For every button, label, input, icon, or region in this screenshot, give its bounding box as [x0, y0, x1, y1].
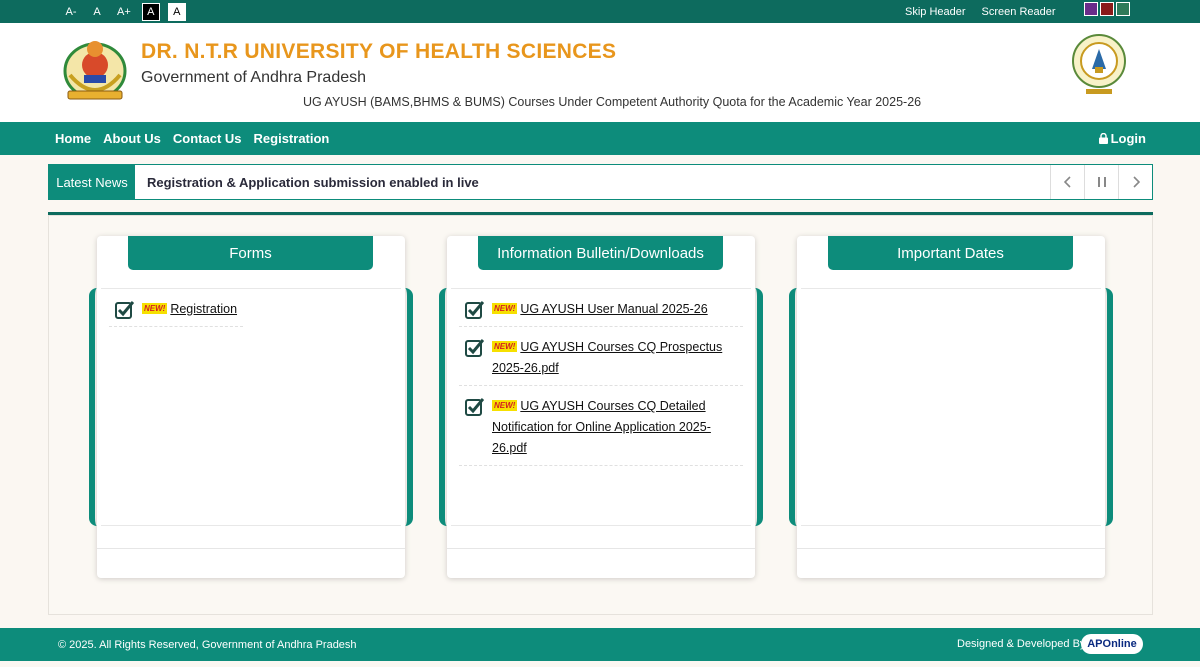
- site-header: DR. N.T.R UNIVERSITY OF HEALTH SCIENCES …: [0, 23, 1200, 122]
- important-dates-card: Important Dates: [789, 236, 1113, 578]
- card-footer-line: [797, 548, 1105, 549]
- important-dates-card-body: [789, 288, 1113, 526]
- site-footer: © 2025. All Rights Reserved, Government …: [0, 628, 1200, 661]
- forms-card: Forms NEW! Registration: [89, 236, 413, 578]
- login-label: Login: [1110, 131, 1146, 146]
- ap-government-emblem: [1070, 31, 1128, 99]
- new-badge: NEW!: [142, 303, 168, 314]
- copyright-text: © 2025. All Rights Reserved, Government …: [58, 638, 357, 651]
- top-links: Skip Header Screen Reader: [905, 0, 1072, 23]
- theme-red-swatch[interactable]: [1100, 2, 1114, 16]
- news-item[interactable]: Registration & Application submission en…: [147, 175, 1050, 190]
- registration-form-link[interactable]: Registration: [170, 302, 237, 316]
- nav-about-us[interactable]: About Us: [103, 131, 161, 146]
- important-dates-card-title: Important Dates: [828, 236, 1073, 270]
- forms-card-body: NEW! Registration: [89, 288, 413, 526]
- theme-purple-swatch[interactable]: [1084, 2, 1098, 16]
- prospectus-link[interactable]: UG AYUSH Courses CQ Prospectus 2025-26.p…: [492, 340, 722, 375]
- user-manual-link[interactable]: UG AYUSH User Manual 2025-26: [520, 302, 707, 316]
- checkbox-checked-icon: [465, 398, 484, 416]
- skip-header-link[interactable]: Skip Header: [905, 6, 966, 18]
- card-footer-line: [97, 548, 405, 549]
- main-content: Forms NEW! Registration Information Bulle…: [48, 215, 1153, 615]
- new-badge: NEW!: [492, 303, 518, 314]
- font-decrease-button[interactable]: A-: [62, 3, 80, 21]
- nav-registration[interactable]: Registration: [254, 131, 330, 146]
- designed-by-text: Designed & Developed By: [957, 638, 1086, 650]
- news-prev-button[interactable]: [1050, 165, 1084, 199]
- font-increase-button[interactable]: A+: [114, 3, 134, 21]
- notification-link[interactable]: UG AYUSH Courses CQ Detailed Notificatio…: [492, 399, 711, 455]
- latest-news-label: Latest News: [49, 165, 135, 199]
- light-contrast-button[interactable]: A: [167, 2, 186, 21]
- news-next-button[interactable]: [1118, 165, 1152, 199]
- nav-contact-us[interactable]: Contact Us: [173, 131, 242, 146]
- theme-green-swatch[interactable]: [1116, 2, 1130, 16]
- government-name: Government of Andhra Pradesh: [141, 69, 367, 86]
- checkbox-checked-icon: [115, 301, 134, 319]
- checkbox-checked-icon: [465, 339, 484, 357]
- new-badge: NEW!: [492, 341, 518, 352]
- list-item: NEW! UG AYUSH User Manual 2025-26: [459, 289, 743, 327]
- theme-swatches: [1084, 2, 1132, 16]
- lock-icon: [1098, 133, 1108, 144]
- news-pause-button[interactable]: [1084, 165, 1118, 199]
- nav-home[interactable]: Home: [55, 131, 91, 146]
- aponline-logo[interactable]: APOnline: [1081, 634, 1143, 654]
- university-logo: [60, 35, 130, 101]
- chevron-right-icon: [1132, 176, 1140, 188]
- font-normal-button[interactable]: A: [88, 3, 106, 21]
- forms-card-title: Forms: [128, 236, 373, 270]
- university-name: DR. N.T.R UNIVERSITY OF HEALTH SCIENCES: [141, 40, 617, 63]
- screen-reader-link[interactable]: Screen Reader: [982, 6, 1056, 18]
- bulletin-card: Information Bulletin/Downloads NEW! UG AY…: [439, 236, 763, 578]
- bulletin-card-body: NEW! UG AYUSH User Manual 2025-26 NEW! UG …: [439, 288, 763, 526]
- new-badge: NEW!: [492, 400, 518, 411]
- chevron-left-icon: [1063, 176, 1071, 188]
- main-nav: Home About Us Contact Us Registration Lo…: [0, 122, 1200, 155]
- list-item: NEW! UG AYUSH Courses CQ Detailed Notific…: [459, 386, 743, 466]
- login-link[interactable]: Login: [1098, 131, 1146, 146]
- font-size-controls: A- A A+ A A: [62, 2, 194, 21]
- checkbox-checked-icon: [465, 301, 484, 319]
- pause-icon: [1097, 177, 1106, 187]
- top-utility-bar: A- A A+ A A Skip Header Screen Reader: [0, 0, 1200, 23]
- list-item: NEW! Registration: [109, 289, 244, 327]
- bulletin-card-title: Information Bulletin/Downloads: [478, 236, 723, 270]
- course-subtitle: UG AYUSH (BAMS,BHMS & BUMS) Courses Unde…: [303, 95, 922, 109]
- dark-contrast-button[interactable]: A: [141, 2, 160, 21]
- latest-news-ticker: Latest News Registration & Application s…: [48, 164, 1153, 200]
- list-item: NEW! UG AYUSH Courses CQ Prospectus 2025-…: [459, 327, 743, 386]
- card-footer-line: [447, 548, 755, 549]
